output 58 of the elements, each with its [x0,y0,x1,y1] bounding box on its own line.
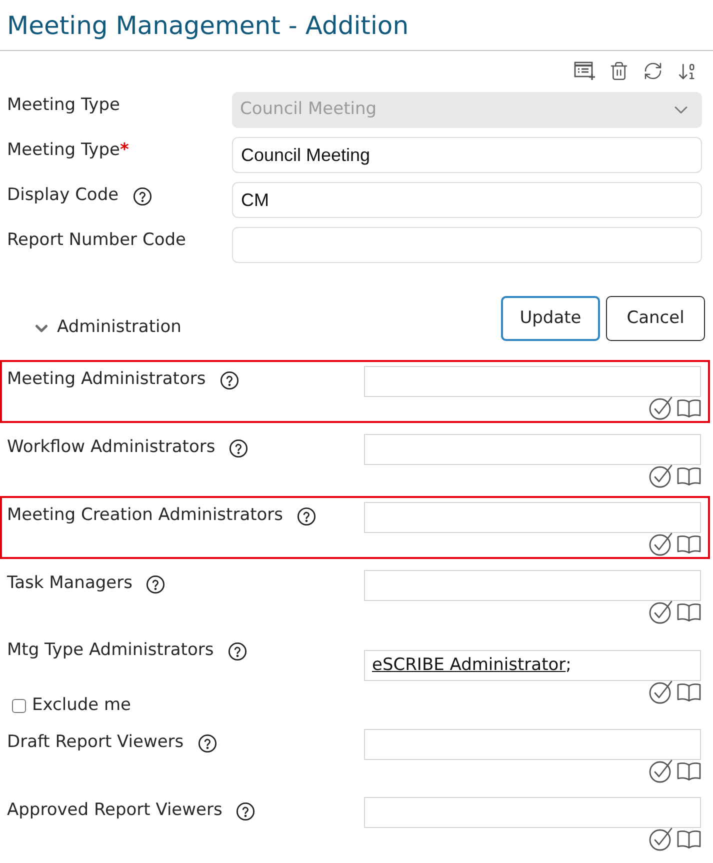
people-field[interactable] [364,366,701,397]
field-label: Display Code [7,184,119,208]
text-field[interactable] [232,227,702,263]
book-icon[interactable] [677,398,701,418]
refresh-button[interactable] [642,60,664,82]
check-circle-icon[interactable] [649,600,673,624]
exclude-checkbox[interactable]: Exclude me [12,696,132,716]
action-button[interactable]: Cancel [606,296,705,341]
check-circle-icon[interactable] [649,827,673,851]
check-circle-icon[interactable] [649,680,673,704]
book-icon[interactable] [677,682,701,702]
page-title: Meeting Management - Addition [7,12,409,38]
help-icon[interactable] [198,734,217,752]
text-field[interactable]: Council Meeting [232,137,702,173]
book-icon[interactable] [677,534,701,554]
field-label: Meeting Type [7,139,120,162]
field-label: Meeting Creation Administrators [7,504,284,528]
help-icon[interactable] [229,438,248,458]
book-icon[interactable] [677,761,701,781]
field-label: Mtg Type Administrators [7,639,214,662]
list-add-icon [574,61,596,81]
field-label: Meeting Administrators [7,368,206,392]
help-icon[interactable] [146,574,166,594]
field-label: Report Number Code [7,229,186,252]
book-icon[interactable] [677,466,701,486]
help-icon[interactable] [228,642,247,660]
people-field[interactable]: eSCRIBE Administrator; [364,650,701,681]
people-field[interactable] [364,729,701,760]
people-field[interactable] [364,797,701,828]
required-mark: * [120,139,129,162]
field-label: Draft Report Viewers [7,731,184,754]
refresh-icon [643,61,663,81]
entry-link[interactable]: eSCRIBE Administrator [372,652,566,678]
checkbox-icon[interactable] [12,699,26,713]
field-label: Meeting Type [7,94,120,118]
field-label: Task Managers [7,572,132,596]
book-icon[interactable] [677,829,701,849]
people-field[interactable] [364,434,701,465]
check-circle-icon[interactable] [649,759,673,783]
people-field[interactable] [364,502,701,533]
section-toggle[interactable]: Administration [32,316,182,340]
check-circle-icon[interactable] [649,396,673,420]
action-button[interactable]: Update [501,296,600,341]
trash-icon [609,61,629,81]
separator-text: ; [566,654,572,677]
help-icon[interactable] [132,186,152,206]
check-circle-icon[interactable] [649,532,673,556]
field-label: Approved Report Viewers [7,799,222,822]
field-label: Workflow Administrators [7,436,216,460]
add-list-button[interactable] [574,60,596,82]
delete-button[interactable] [608,60,630,82]
help-icon[interactable] [220,370,239,390]
people-field[interactable] [364,570,701,601]
help-icon[interactable] [297,506,316,526]
text-field[interactable]: CM [232,182,702,218]
check-circle-icon[interactable] [649,464,673,488]
book-icon[interactable] [677,602,701,622]
help-icon[interactable] [236,802,256,820]
